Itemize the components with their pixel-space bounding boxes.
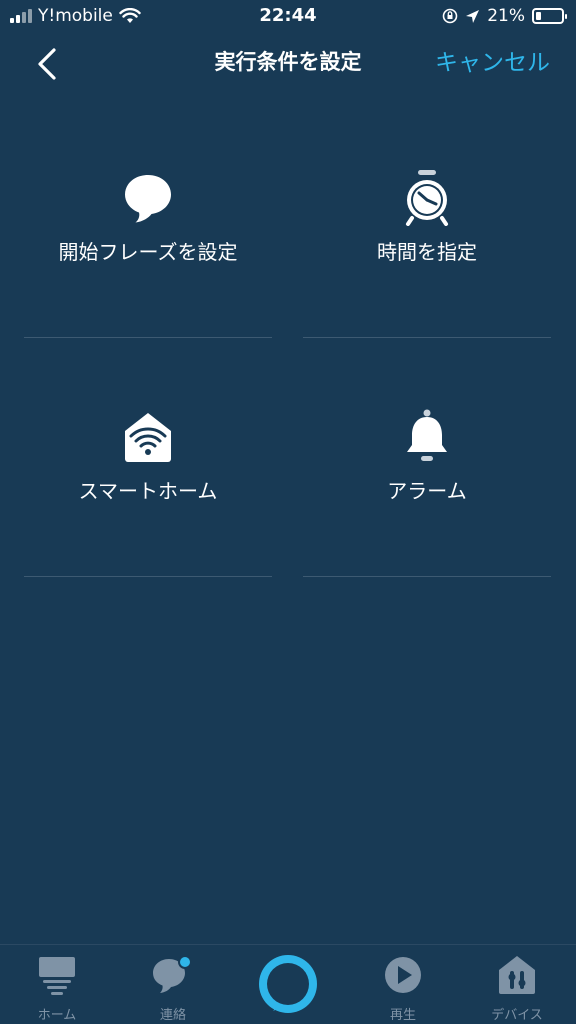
divider [24,576,272,577]
tab-home[interactable]: ホーム [12,953,102,1023]
alexa-button[interactable] [259,955,317,1013]
bell-icon [397,407,457,467]
status-right: 21% [442,6,567,26]
option-label: 時間を指定 [377,240,477,264]
cancel-button[interactable]: キャンセル [435,43,550,77]
home-icon [35,953,79,997]
tab-label: 再生 [389,1008,416,1023]
speech-bubble-icon [118,168,178,228]
battery-icon [532,8,567,24]
rotation-lock-icon [442,8,458,24]
chat-icon [151,953,195,997]
tab-communicate[interactable]: 連絡 [128,953,218,1023]
alarm-clock-icon [397,168,457,228]
battery-percent: 21% [487,6,525,26]
tab-devices[interactable]: デバイス [472,953,562,1023]
play-icon [381,953,425,997]
devices-icon [495,953,539,997]
navigation-bar: 実行条件を設定 キャンセル [0,34,576,90]
smart-home-icon [118,407,178,467]
option-label: スマートホーム [78,479,218,503]
divider [303,576,551,577]
location-arrow-icon [466,9,480,23]
tab-label: 連絡 [159,1008,186,1023]
option-label: 開始フレーズを設定 [58,240,238,264]
battery-fill [536,12,542,20]
divider [24,337,272,338]
tab-play[interactable]: 再生 [358,953,448,1023]
divider [303,337,551,338]
tab-bar: ホーム 連絡 再生 デバイス [0,944,576,1024]
option-smart-home[interactable]: スマートホーム [24,339,272,577]
option-time[interactable]: 時間を指定 [303,100,551,338]
option-alarm[interactable]: アラーム [303,339,551,577]
tab-label: ホーム [37,1008,77,1023]
status-bar: Y!mobile 22:44 21% [0,0,576,34]
tab-label: デバイス [491,1008,543,1023]
notification-badge [178,955,192,969]
option-label: アラーム [387,479,467,503]
alexa-ring-icon [259,955,317,1013]
option-start-phrase[interactable]: 開始フレーズを設定 [24,100,272,338]
